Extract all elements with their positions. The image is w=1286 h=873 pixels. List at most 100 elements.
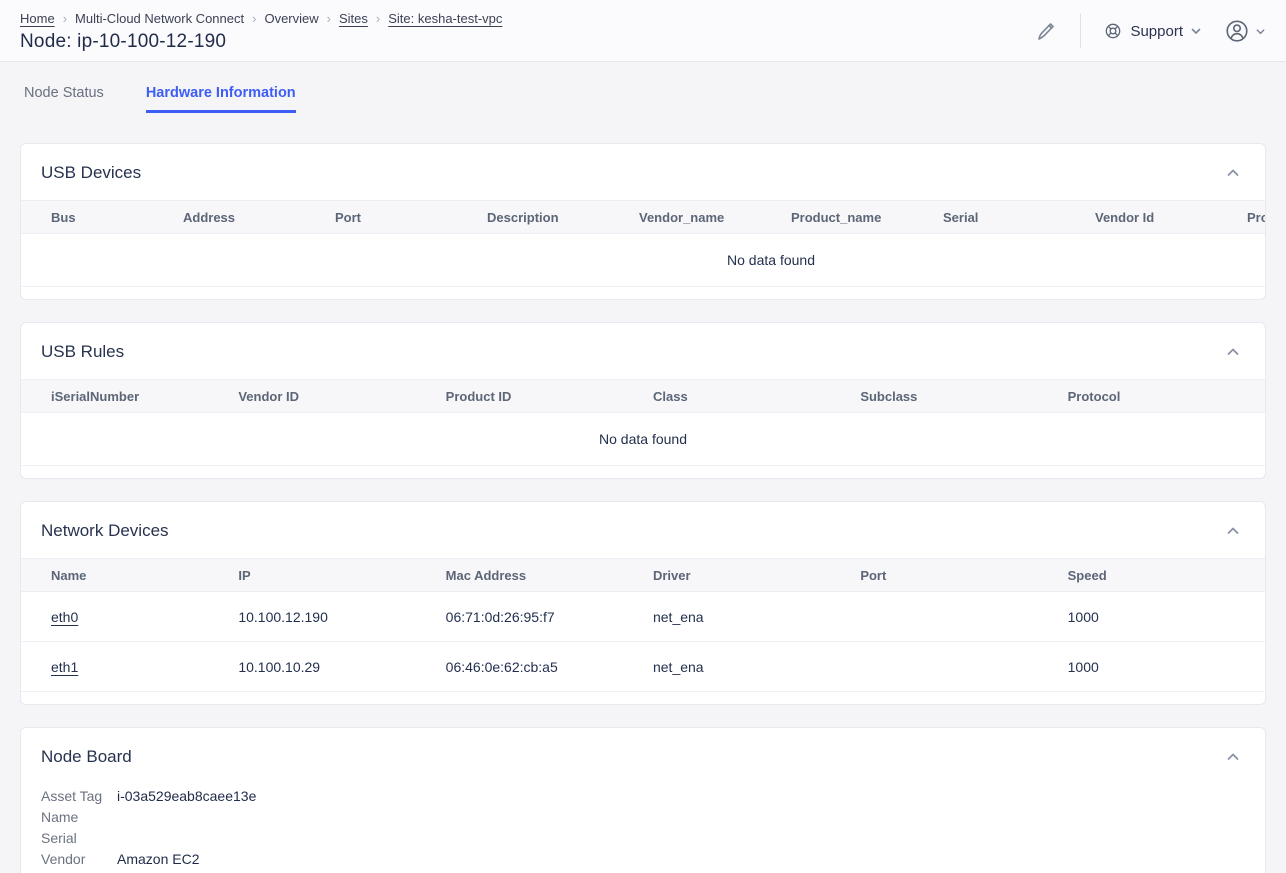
- column-header-port: Port: [850, 559, 1057, 592]
- no-data-message: No data found: [21, 413, 1265, 466]
- field-vendor: Vendor Amazon EC2: [41, 849, 1245, 870]
- device-link-eth0[interactable]: eth0: [51, 609, 78, 625]
- field-label: Vendor: [41, 849, 117, 870]
- network-devices-header-row: Name IP Mac Address Driver Port Speed: [21, 559, 1265, 592]
- field-name: Name: [41, 807, 1245, 828]
- usb-devices-table-scroll[interactable]: Bus Address Port Description Vendor_name…: [21, 200, 1265, 287]
- usb-rules-table: iSerialNumber Vendor ID Product ID Class…: [21, 379, 1265, 466]
- device-link-eth1[interactable]: eth1: [51, 659, 78, 675]
- usb-devices-table: Bus Address Port Description Vendor_name…: [21, 200, 1265, 287]
- usb-rules-card-header: USB Rules: [21, 323, 1265, 379]
- cell-speed: 1000: [1058, 642, 1265, 692]
- empty-state-row: No data found: [21, 234, 1265, 287]
- cell-port: [850, 592, 1057, 642]
- chevron-right-icon: ›: [252, 12, 256, 25]
- usb-rules-header-row: iSerialNumber Vendor ID Product ID Class…: [21, 380, 1265, 413]
- node-board-title: Node Board: [41, 747, 132, 767]
- card-bottom-padding: [21, 287, 1265, 299]
- node-board-fields: Asset Tag i-03a529eab8caee13e Name Seria…: [21, 784, 1265, 873]
- breadcrumb-home[interactable]: Home: [20, 11, 55, 26]
- field-label: Asset Tag: [41, 786, 117, 807]
- edit-pen-button[interactable]: [1034, 19, 1058, 43]
- column-header-ip: IP: [228, 559, 435, 592]
- node-board-card: Node Board Asset Tag i-03a529eab8caee13e…: [20, 727, 1266, 873]
- column-header-subclass: Subclass: [850, 380, 1057, 413]
- usb-devices-card-header: USB Devices: [21, 144, 1265, 200]
- column-header-address: Address: [173, 201, 325, 234]
- usb-devices-title: USB Devices: [41, 163, 141, 183]
- column-header-vendor-id: Vendor ID: [228, 380, 435, 413]
- user-avatar-icon: [1224, 18, 1250, 44]
- chevron-up-icon: [1225, 344, 1241, 360]
- usb-devices-card: USB Devices Bus Address Port Description…: [20, 143, 1266, 300]
- tab-bar: Node Status Hardware Information: [0, 62, 1286, 113]
- breadcrumb-site-kesha-test-vpc[interactable]: Site: kesha-test-vpc: [388, 11, 502, 26]
- node-board-collapse-button[interactable]: [1221, 745, 1245, 769]
- column-header-driver: Driver: [643, 559, 850, 592]
- cell-speed: 1000: [1058, 592, 1265, 642]
- usb-rules-title: USB Rules: [41, 342, 124, 362]
- empty-state-row: No data found: [21, 413, 1265, 466]
- chevron-down-icon: [1255, 26, 1266, 37]
- column-header-product-id: Product ID: [436, 380, 643, 413]
- column-header-description: Description: [477, 201, 629, 234]
- table-row-eth1: eth1 10.100.10.29 06:46:0e:62:cb:a5 net_…: [21, 642, 1265, 692]
- column-header-iserialnumber: iSerialNumber: [21, 380, 228, 413]
- support-label: Support: [1130, 23, 1183, 40]
- chevron-up-icon: [1225, 165, 1241, 181]
- breadcrumb-multi-cloud-network-connect[interactable]: Multi-Cloud Network Connect: [75, 11, 244, 26]
- chevron-up-icon: [1225, 523, 1241, 539]
- column-header-speed: Speed: [1058, 559, 1265, 592]
- network-devices-table: Name IP Mac Address Driver Port Speed et…: [21, 558, 1265, 692]
- no-data-message: No data found: [21, 234, 1265, 287]
- column-header-vendor-name: Vendor_name: [629, 201, 781, 234]
- usb-devices-header-row: Bus Address Port Description Vendor_name…: [21, 201, 1265, 234]
- usb-rules-collapse-button[interactable]: [1221, 340, 1245, 364]
- card-bottom-padding: [21, 466, 1265, 478]
- cell-mac-address: 06:46:0e:62:cb:a5: [436, 642, 643, 692]
- cell-ip: 10.100.12.190: [228, 592, 435, 642]
- cell-driver: net_ena: [643, 592, 850, 642]
- column-header-name: Name: [21, 559, 228, 592]
- support-menu-button[interactable]: Support: [1103, 21, 1202, 41]
- chevron-right-icon: ›: [327, 12, 331, 25]
- column-header-mac-address: Mac Address: [436, 559, 643, 592]
- breadcrumb-sites[interactable]: Sites: [339, 11, 368, 26]
- network-devices-collapse-button[interactable]: [1221, 519, 1245, 543]
- usb-devices-collapse-button[interactable]: [1221, 161, 1245, 185]
- column-header-vendor-id: Vendor Id: [1085, 201, 1237, 234]
- chevron-right-icon: ›: [63, 12, 67, 25]
- cell-driver: net_ena: [643, 642, 850, 692]
- chevron-down-icon: [1190, 25, 1202, 37]
- breadcrumb-overview[interactable]: Overview: [264, 11, 318, 26]
- column-header-product-id: Product Id: [1237, 201, 1265, 234]
- cell-mac-address: 06:71:0d:26:95:f7: [436, 592, 643, 642]
- chevron-right-icon: ›: [376, 12, 380, 25]
- pen-icon: [1034, 19, 1058, 43]
- usb-rules-card: USB Rules iSerialNumber Vendor ID Produc…: [20, 322, 1266, 479]
- user-account-menu-button[interactable]: [1224, 18, 1266, 44]
- column-header-serial: Serial: [933, 201, 1085, 234]
- column-header-product-name: Product_name: [781, 201, 933, 234]
- field-value: Amazon EC2: [117, 849, 199, 870]
- column-header-port: Port: [325, 201, 477, 234]
- field-value: i-03a529eab8caee13e: [117, 786, 256, 807]
- tab-hardware-information[interactable]: Hardware Information: [146, 85, 296, 113]
- tab-node-status[interactable]: Node Status: [24, 85, 104, 113]
- column-header-bus: Bus: [21, 201, 173, 234]
- field-label: Name: [41, 807, 117, 828]
- cell-port: [850, 642, 1057, 692]
- field-serial: Serial: [41, 828, 1245, 849]
- table-row-eth0: eth0 10.100.12.190 06:71:0d:26:95:f7 net…: [21, 592, 1265, 642]
- header-actions: Support: [1034, 12, 1266, 50]
- field-asset-tag: Asset Tag i-03a529eab8caee13e: [41, 786, 1245, 807]
- field-label: Serial: [41, 828, 117, 849]
- network-devices-title: Network Devices: [41, 521, 169, 541]
- network-devices-card-header: Network Devices: [21, 502, 1265, 558]
- card-bottom-padding: [21, 692, 1265, 704]
- column-header-class: Class: [643, 380, 850, 413]
- top-header: Home › Multi-Cloud Network Connect › Ove…: [0, 0, 1286, 62]
- chevron-up-icon: [1225, 749, 1241, 765]
- column-header-protocol: Protocol: [1058, 380, 1265, 413]
- header-divider: [1080, 14, 1081, 48]
